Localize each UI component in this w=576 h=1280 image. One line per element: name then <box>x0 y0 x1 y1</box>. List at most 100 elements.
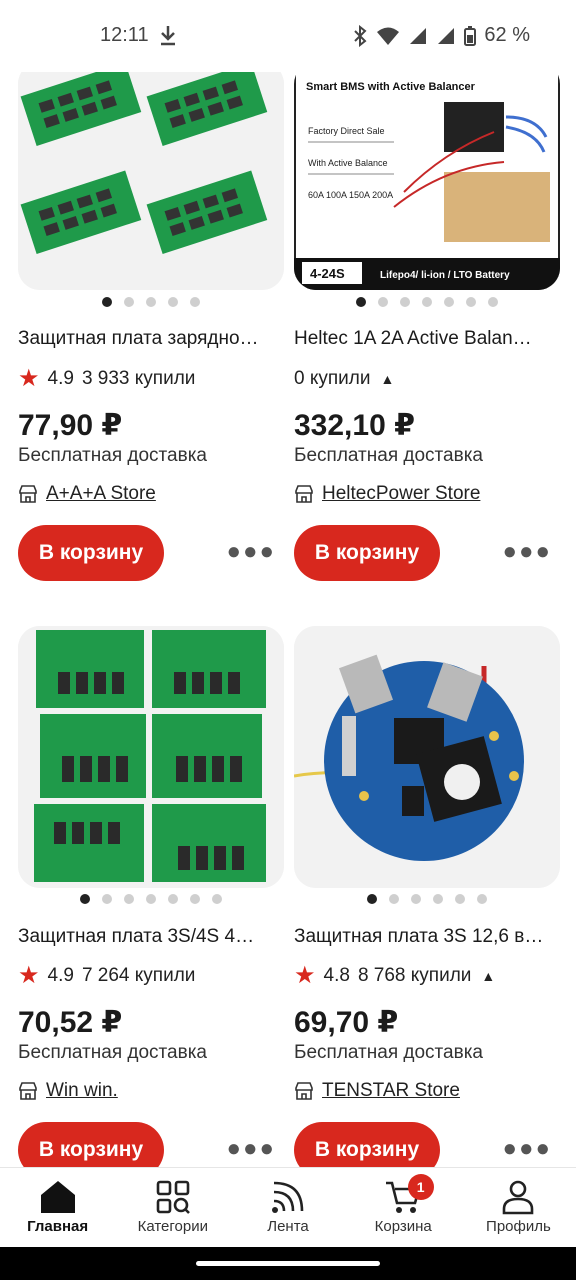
shipping-label: Бесплатная доставка <box>18 445 207 466</box>
store-icon <box>19 485 37 503</box>
store-icon <box>295 1082 313 1100</box>
signal-icon <box>410 27 427 44</box>
product-title[interactable]: Защитная плата 3S 12,6 в… <box>294 926 556 948</box>
product-title[interactable]: Защитная плата зарядно… <box>18 328 280 350</box>
sold-count: 0 купили <box>294 368 371 389</box>
product-image[interactable] <box>18 626 284 888</box>
product-feed[interactable]: Защитная плата зарядно… ★ 4.9 3 933 купи… <box>0 72 576 1167</box>
image-pager[interactable] <box>18 894 284 904</box>
battery-icon <box>464 25 477 46</box>
nav-feed[interactable]: Лента <box>230 1168 345 1248</box>
signal-2-icon <box>438 27 455 44</box>
rating-row: ★ 4.9 7 264 купили <box>18 964 196 988</box>
nav-profile[interactable]: Профиль <box>461 1168 576 1248</box>
pager-dot[interactable] <box>146 297 156 307</box>
product-title[interactable]: Heltec 1A 2A Active Balan… <box>294 328 556 350</box>
home-icon <box>39 1178 77 1216</box>
image-pager[interactable] <box>294 297 560 307</box>
pager-dot[interactable] <box>190 297 200 307</box>
shipping-label: Бесплатная доставка <box>294 445 483 466</box>
image-pager[interactable] <box>18 297 284 307</box>
store-icon <box>295 485 313 503</box>
pager-dot[interactable] <box>400 297 410 307</box>
home-gesture-bar[interactable] <box>196 1261 380 1266</box>
store-name[interactable]: TENSTAR Store <box>322 1080 460 1102</box>
nav-profile-label: Профиль <box>486 1218 551 1235</box>
wifi-icon <box>377 27 400 45</box>
pager-dot[interactable] <box>378 297 388 307</box>
pager-dot[interactable] <box>102 894 112 904</box>
add-to-cart-button[interactable]: В корзину <box>18 525 164 581</box>
pager-dot[interactable] <box>411 894 421 904</box>
pager-dot[interactable] <box>102 297 112 307</box>
pager-dot[interactable] <box>422 297 432 307</box>
image-line3: 60A 100A 150A 200A <box>308 190 393 200</box>
sold-count: 3 933 купили <box>81 368 196 389</box>
store-link[interactable]: Win win. <box>18 1080 118 1102</box>
nav-categories[interactable]: Категории <box>115 1168 230 1248</box>
pager-dot[interactable] <box>146 894 156 904</box>
pager-dot[interactable] <box>488 297 498 307</box>
image-pager[interactable] <box>294 894 560 904</box>
pager-dot[interactable] <box>433 894 443 904</box>
nav-feed-label: Лента <box>267 1218 309 1235</box>
bms-image: Smart BMS with Active Balancer Factory D… <box>294 72 560 290</box>
rating-value: 4.8 <box>323 965 350 986</box>
feed-icon <box>270 1178 306 1216</box>
pager-dot[interactable] <box>80 894 90 904</box>
cart-badge: 1 <box>407 1174 434 1200</box>
nav-cart[interactable]: 1 Корзина <box>346 1168 461 1248</box>
more-options-icon[interactable]: ●●● <box>503 1135 553 1163</box>
price: 70,52 ₽ <box>18 1006 123 1039</box>
sold-count: 8 768 купили <box>357 965 472 986</box>
store-link[interactable]: TENSTAR Store <box>294 1080 460 1102</box>
pager-dot[interactable] <box>455 894 465 904</box>
image-chem: Lifepo4/ li-ion / LTO Battery <box>380 270 510 281</box>
store-link[interactable]: HeltecPower Store <box>294 483 480 505</box>
download-icon <box>161 26 175 46</box>
add-to-cart-button[interactable]: В корзину <box>294 1122 440 1167</box>
pager-dot[interactable] <box>168 894 178 904</box>
system-icons: 62 % <box>352 24 530 47</box>
image-range: 4-24S <box>310 266 345 281</box>
nav-home[interactable]: Главная <box>0 1168 115 1248</box>
price: 332,10 ₽ <box>294 409 415 442</box>
pager-dot[interactable] <box>124 297 134 307</box>
price: 77,90 ₽ <box>18 409 123 442</box>
pager-dot[interactable] <box>168 297 178 307</box>
product-image[interactable] <box>294 626 560 888</box>
price: 69,70 ₽ <box>294 1006 399 1039</box>
more-options-icon[interactable]: ●●● <box>227 538 277 566</box>
image-line2: With Active Balance <box>308 158 388 168</box>
pager-dot[interactable] <box>356 297 366 307</box>
product-title[interactable]: Защитная плата 3S/4S 4… <box>18 926 280 948</box>
battery-level: 62 % <box>484 24 530 46</box>
pager-dot[interactable] <box>477 894 487 904</box>
more-options-icon[interactable]: ●●● <box>227 1135 277 1163</box>
sold-count: 7 264 купили <box>81 965 196 986</box>
pager-dot[interactable] <box>124 894 134 904</box>
store-name[interactable]: Win win. <box>46 1080 118 1102</box>
bluetooth-icon <box>354 24 367 47</box>
add-to-cart-button[interactable]: В корзину <box>294 525 440 581</box>
pager-dot[interactable] <box>367 894 377 904</box>
pager-dot[interactable] <box>212 894 222 904</box>
pager-dot[interactable] <box>190 894 200 904</box>
product-image[interactable] <box>18 72 284 290</box>
pager-dot[interactable] <box>389 894 399 904</box>
add-to-cart-button[interactable]: В корзину <box>18 1122 164 1167</box>
profile-icon <box>500 1178 536 1216</box>
image-headline: Smart BMS with Active Balancer <box>306 81 476 93</box>
pcb-image <box>18 626 284 888</box>
store-icon <box>19 1082 37 1100</box>
product-image[interactable]: Smart BMS with Active Balancer Factory D… <box>294 72 560 290</box>
more-options-icon[interactable]: ●●● <box>503 538 553 566</box>
pager-dot[interactable] <box>444 297 454 307</box>
status-time: 12:11 <box>100 24 149 46</box>
star-icon: ★ <box>294 962 316 989</box>
pager-dot[interactable] <box>466 297 476 307</box>
store-name[interactable]: HeltecPower Store <box>322 483 480 505</box>
store-link[interactable]: A+A+A Store <box>18 483 156 505</box>
store-name[interactable]: A+A+A Store <box>46 483 156 505</box>
caret-up-icon: ▲ <box>380 371 395 387</box>
